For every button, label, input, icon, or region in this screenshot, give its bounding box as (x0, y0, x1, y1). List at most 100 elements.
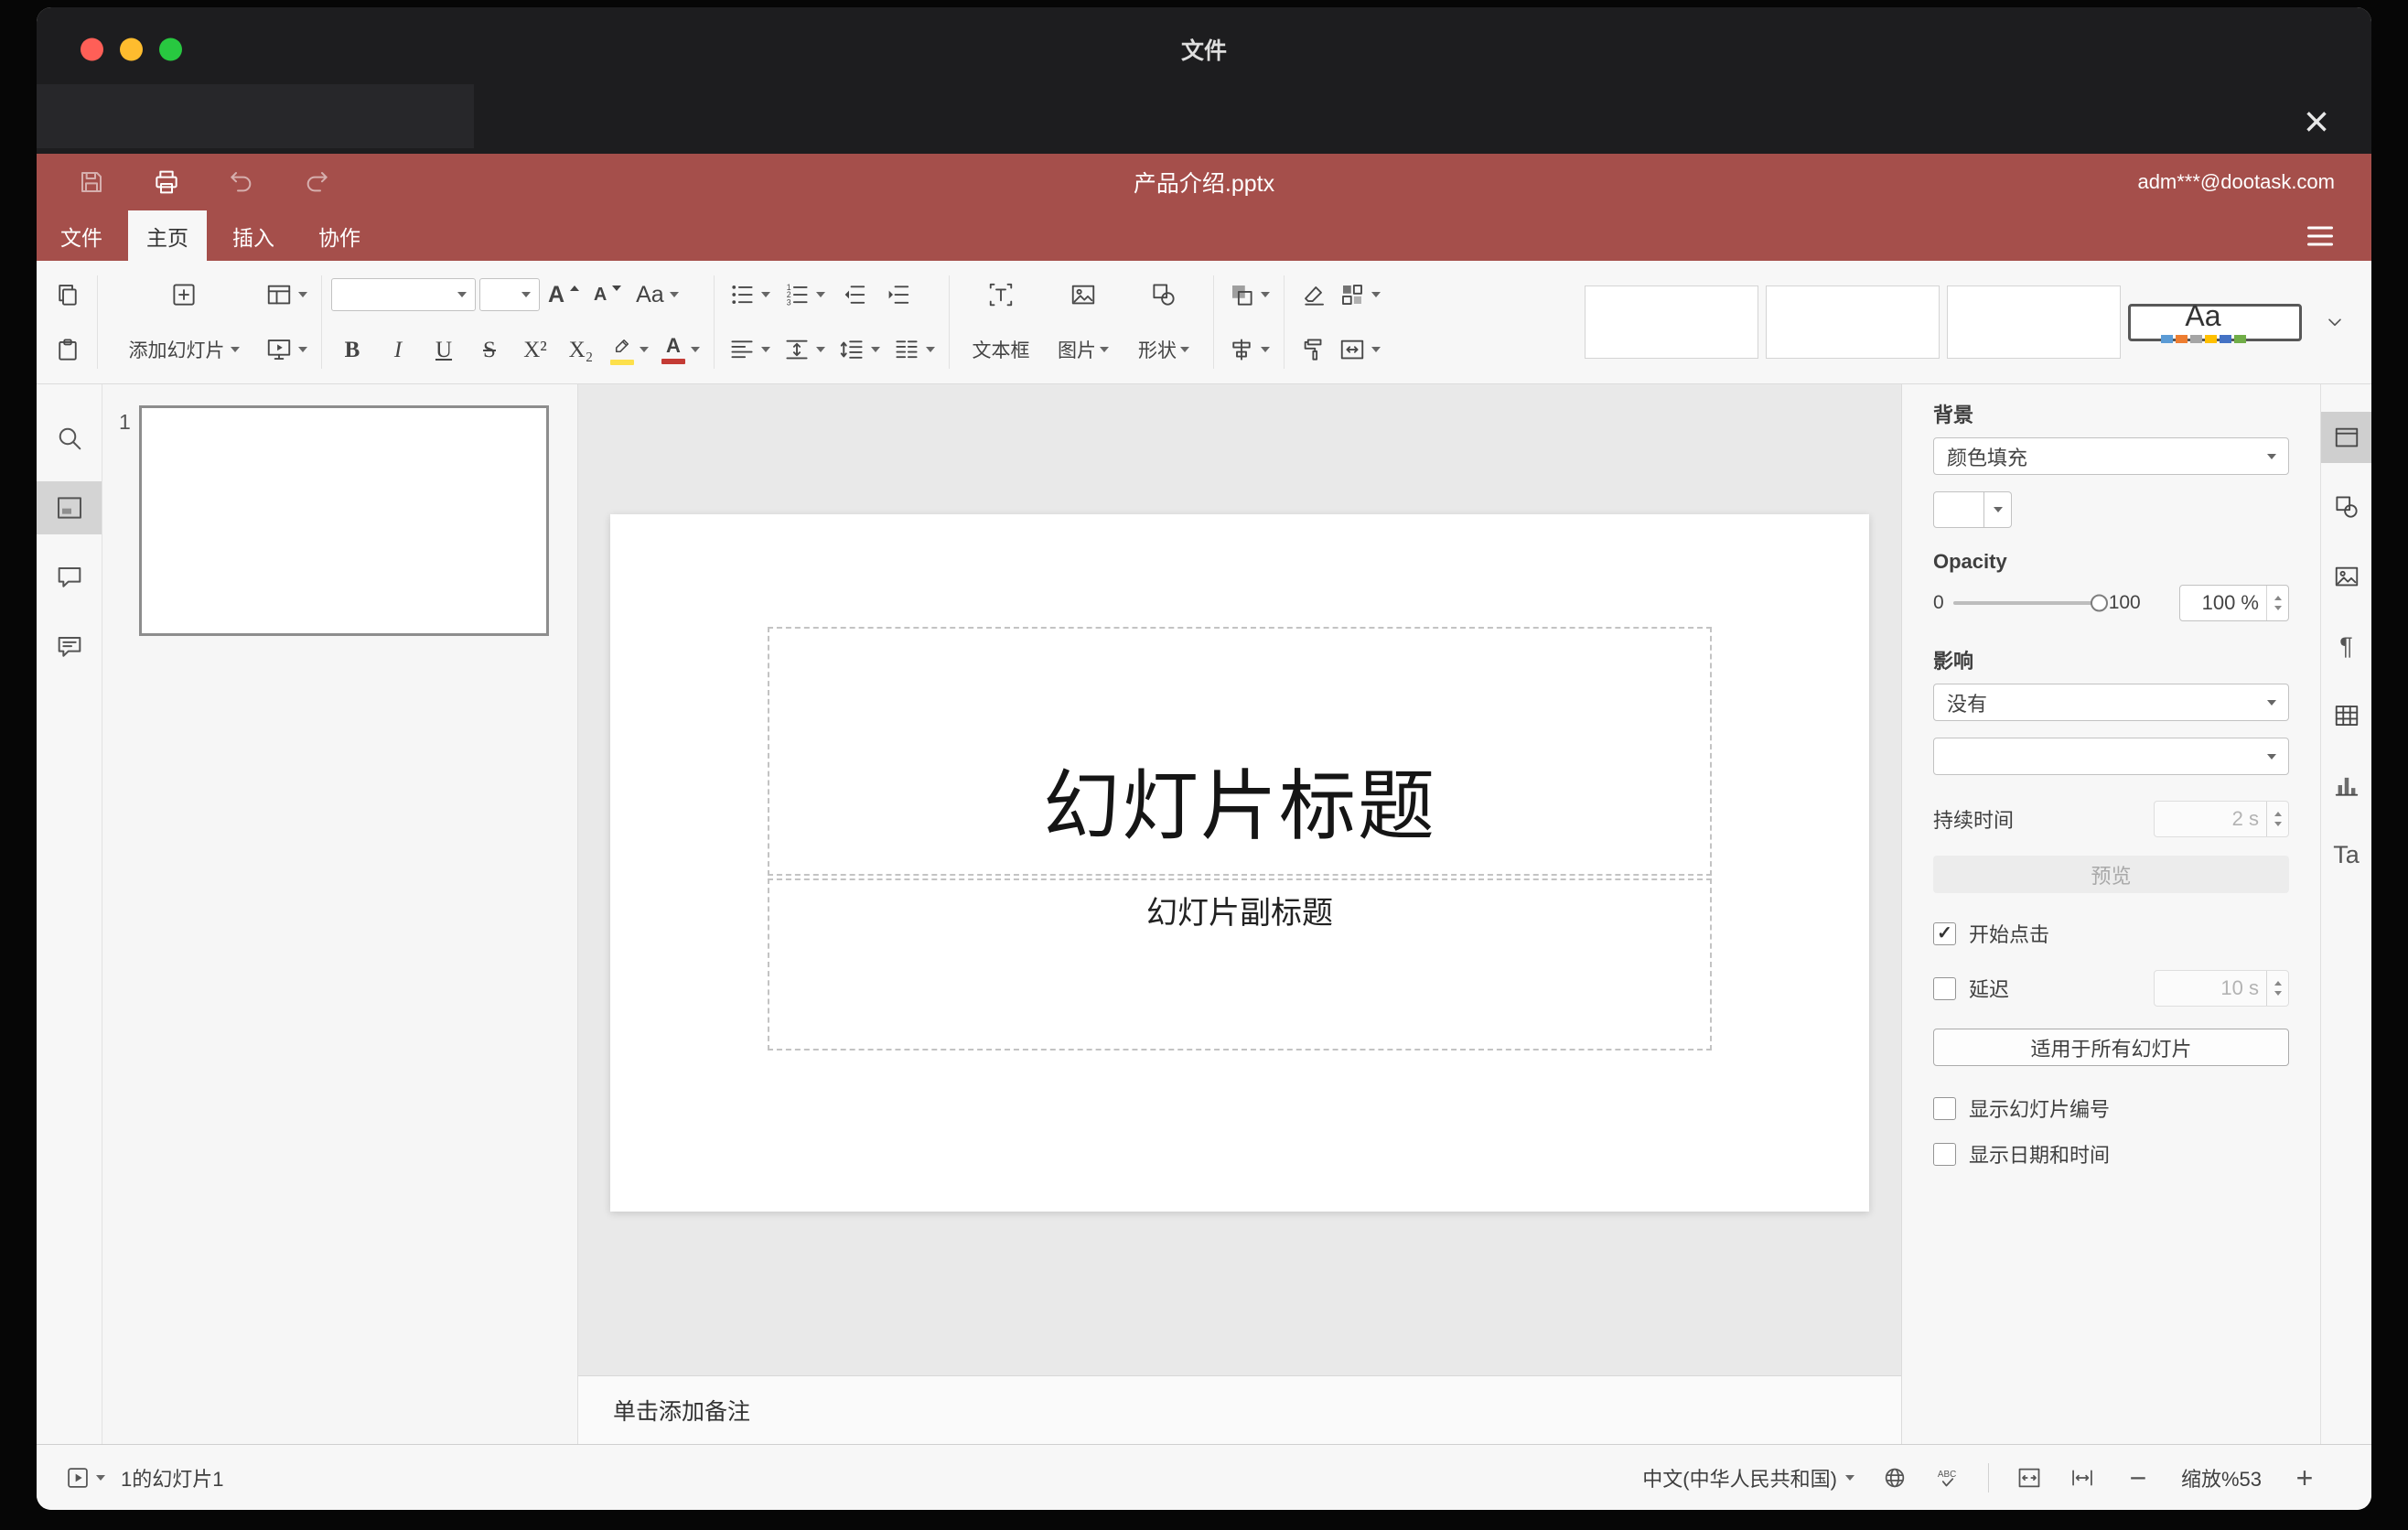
fit-width-icon[interactable] (2069, 1465, 2095, 1491)
strikethrough-button[interactable]: S (468, 328, 511, 372)
opacity-input[interactable]: 100 % (2179, 585, 2289, 621)
font-size-select[interactable] (479, 278, 540, 311)
change-case-button[interactable]: Aa (631, 273, 683, 317)
slide-size-button[interactable] (1334, 328, 1385, 372)
opacity-slider-knob[interactable] (2090, 594, 2108, 612)
sidebar-item-search[interactable] (37, 412, 102, 465)
paste-button[interactable] (48, 328, 88, 372)
add-slide-menu-button[interactable]: 添加幻灯片 (124, 328, 244, 372)
document-title: 产品介绍.pptx (1133, 171, 1275, 197)
slide[interactable]: 幻灯片标题 幻灯片副标题 (610, 514, 1869, 1212)
color-scheme-button[interactable] (1334, 273, 1385, 317)
theme-option[interactable] (1947, 286, 2121, 359)
language-selector[interactable]: 中文(中华人民共和国) (1642, 1463, 1854, 1492)
subscript-button[interactable]: X₂ (560, 328, 602, 372)
background-fill-select[interactable]: 颜色填充 (1933, 437, 2289, 475)
panel-item-textart-settings[interactable]: Ta (2321, 829, 2371, 880)
font-name-select[interactable] (331, 278, 476, 311)
bold-button[interactable]: B (331, 328, 373, 372)
clear-style-button[interactable] (1294, 273, 1334, 317)
bullet-list-button[interactable] (724, 273, 775, 317)
arrange-button[interactable] (1223, 273, 1274, 317)
show-slide-number-checkbox[interactable] (1933, 1096, 1956, 1120)
vertical-align-button[interactable] (779, 328, 830, 372)
panel-item-image-settings[interactable] (2321, 551, 2371, 602)
slide-thumbnail[interactable] (139, 405, 549, 636)
zoom-in-button[interactable]: + (2289, 1463, 2320, 1492)
menu-icon[interactable] (2307, 226, 2333, 245)
insert-image-button[interactable] (1063, 273, 1103, 317)
effect-type-select[interactable] (1933, 738, 2289, 775)
increase-indent-button[interactable] (877, 273, 918, 317)
delay-row[interactable]: 延迟 (1933, 974, 2009, 1003)
add-slide-button[interactable] (164, 273, 204, 317)
close-traffic-light[interactable] (81, 38, 103, 61)
decrease-indent-button[interactable] (833, 273, 874, 317)
panel-item-table-settings[interactable] (2321, 690, 2371, 741)
insert-shape-button[interactable] (1144, 273, 1184, 317)
theme-option[interactable] (1766, 286, 1940, 359)
copy-button[interactable] (48, 273, 88, 317)
start-on-click-checkbox[interactable]: ✓ (1933, 921, 1956, 945)
theme-option[interactable] (1585, 286, 1758, 359)
numbered-list-button[interactable]: 123 (779, 273, 830, 317)
subtitle-placeholder[interactable]: 幻灯片副标题 (768, 878, 1712, 1051)
opacity-slider[interactable] (1952, 594, 2108, 612)
start-on-click-row[interactable]: ✓ 开始点击 (1933, 919, 2289, 948)
spinner-arrows[interactable] (2266, 586, 2288, 620)
background-color-picker[interactable] (1933, 491, 2012, 528)
globe-icon[interactable] (1882, 1465, 1908, 1491)
color-picker-arrow[interactable] (1984, 491, 2012, 528)
tab-home[interactable]: 主页 (128, 210, 207, 261)
shape-align-button[interactable] (1223, 328, 1274, 372)
preview-button[interactable]: 预览 (1933, 856, 2289, 893)
italic-button[interactable]: I (377, 328, 419, 372)
slide-counter: 1的幻灯片1 (121, 1467, 224, 1491)
notes-area[interactable]: 单击添加备注 (578, 1375, 1901, 1444)
superscript-button[interactable]: X² (514, 328, 556, 372)
sidebar-item-slides[interactable] (37, 481, 102, 534)
sidebar-item-comments[interactable] (37, 551, 102, 604)
start-slideshow-button[interactable] (261, 328, 312, 372)
theme-option-selected[interactable]: Aa (2128, 301, 2302, 343)
delay-checkbox[interactable] (1933, 976, 1956, 1000)
decrease-font-button[interactable]: A (587, 273, 628, 317)
horizontal-align-button[interactable] (724, 328, 775, 372)
tab-collaboration[interactable]: 协作 (300, 210, 379, 261)
font-color-button[interactable]: A (657, 328, 704, 372)
fullscreen-traffic-light[interactable] (159, 38, 182, 61)
close-icon[interactable]: × (2304, 101, 2329, 145)
undo-button[interactable] (221, 162, 262, 202)
tab-insert[interactable]: 插入 (214, 210, 293, 261)
theme-gallery-expand-button[interactable] (2315, 300, 2355, 344)
sidebar-item-feedback[interactable] (37, 620, 102, 673)
minimize-traffic-light[interactable] (120, 38, 143, 61)
panel-item-paragraph-settings[interactable]: ¶ (2321, 620, 2371, 672)
save-button[interactable] (71, 162, 112, 202)
columns-button[interactable] (888, 328, 940, 372)
panel-item-chart-settings[interactable] (2321, 760, 2371, 811)
show-slide-number-row[interactable]: 显示幻灯片编号 (1933, 1094, 2289, 1123)
highlight-color-button[interactable] (606, 328, 653, 372)
apply-all-button[interactable]: 适用于所有幻灯片 (1933, 1029, 2289, 1066)
copy-style-button[interactable] (1294, 328, 1334, 372)
panel-item-slide-settings[interactable] (2321, 412, 2371, 463)
fit-slide-icon[interactable] (2016, 1465, 2042, 1491)
line-spacing-button[interactable] (833, 328, 885, 372)
effect-select[interactable]: 没有 (1933, 684, 2289, 721)
start-slideshow-status-button[interactable] (60, 1458, 110, 1498)
insert-textbox-button[interactable] (981, 273, 1021, 317)
vertical-align-icon (783, 336, 811, 363)
spellcheck-icon[interactable]: ABC (1935, 1465, 1961, 1491)
redo-button[interactable] (296, 162, 337, 202)
title-placeholder[interactable]: 幻灯片标题 (768, 627, 1712, 876)
show-date-checkbox[interactable] (1933, 1142, 1956, 1166)
show-date-row[interactable]: 显示日期和时间 (1933, 1139, 2289, 1169)
tab-file[interactable]: 文件 (42, 210, 121, 261)
panel-item-shape-settings[interactable] (2321, 481, 2371, 533)
underline-button[interactable]: U (423, 328, 465, 372)
print-button[interactable] (146, 162, 187, 202)
zoom-out-button[interactable]: − (2123, 1463, 2154, 1492)
slide-layout-button[interactable] (261, 273, 312, 317)
increase-font-button[interactable]: A (543, 273, 584, 317)
